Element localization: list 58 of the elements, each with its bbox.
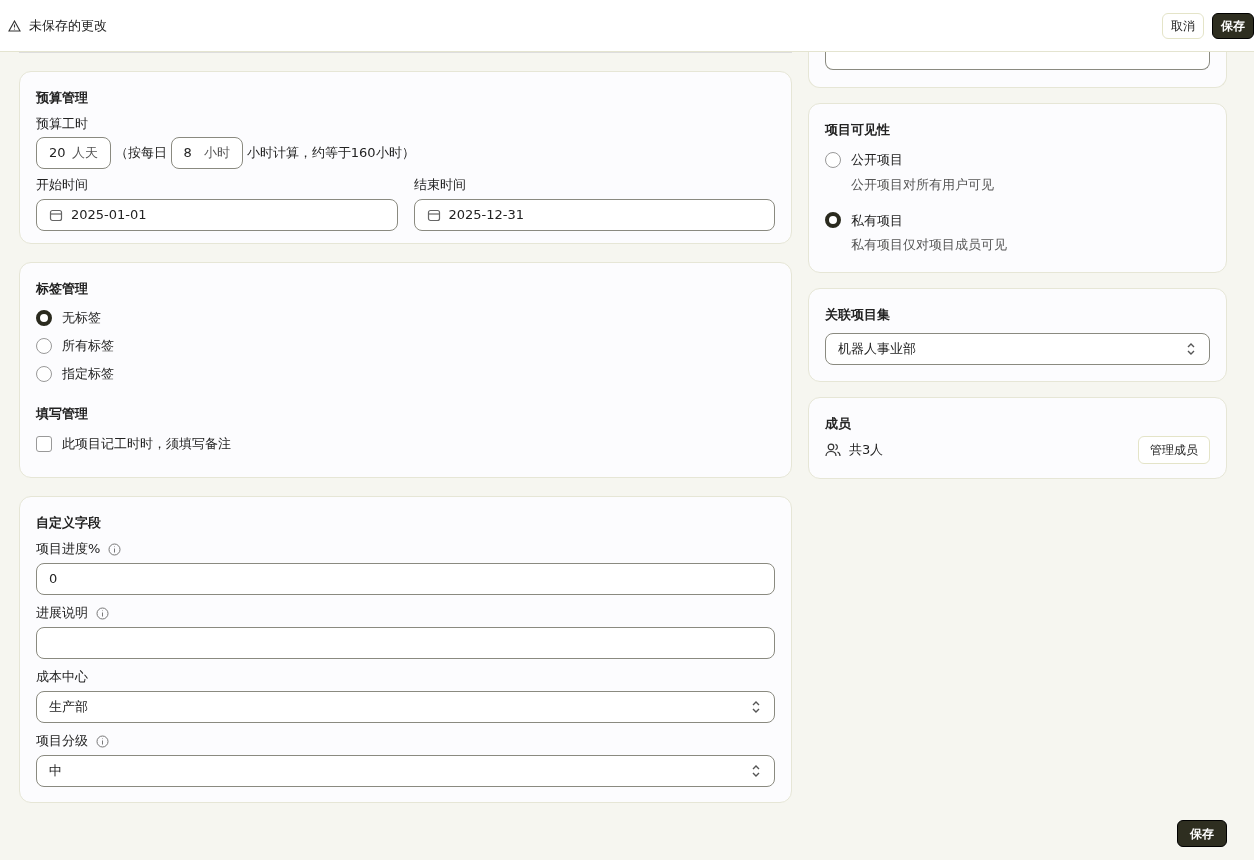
field-label: 项目进度% — [36, 540, 101, 558]
radio-label: 私有项目 — [851, 211, 903, 230]
section-title: 关联项目集 — [825, 306, 891, 324]
unsaved-message: 未保存的更改 — [29, 16, 107, 35]
option-description: 公开项目对所有用户可见 — [851, 175, 995, 194]
select-field[interactable]: 机器人事业部 — [825, 333, 1210, 365]
days-input[interactable]: 20 人天 — [36, 137, 111, 169]
section-title: 成员 — [825, 415, 852, 433]
unit-label: 小时 — [203, 144, 230, 163]
field-label: 项目分级 — [36, 732, 88, 750]
field-label: 预算工时 — [36, 115, 89, 133]
field-label: 成本中心 — [36, 668, 88, 686]
inline-text: 小时计算，约等于160小时） — [246, 144, 415, 163]
radio-label: 无标签 — [62, 309, 101, 328]
chevron-updown-icon — [750, 700, 762, 714]
field-label: 进展说明 — [36, 604, 88, 622]
radio-label: 指定标签 — [62, 365, 114, 384]
input-field[interactable]: 0 — [36, 563, 775, 595]
select-field[interactable]: 中 — [36, 755, 775, 787]
field-label: 结束时间 — [413, 176, 467, 194]
checkbox[interactable] — [36, 435, 52, 452]
section-title: 预算管理 — [36, 89, 89, 107]
info-icon — [96, 734, 109, 748]
radio-button[interactable] — [36, 338, 52, 354]
section-title: 填写管理 — [36, 405, 89, 423]
info-icon — [96, 606, 109, 620]
radio-label: 所有标签 — [62, 337, 114, 356]
section-title: 自定义字段 — [36, 514, 102, 532]
manage-members-button[interactable]: 管理成员 — [1138, 436, 1210, 464]
users-icon — [825, 443, 841, 457]
unit-label: 人天 — [71, 144, 98, 163]
cancel-button[interactable]: 取消 — [1162, 12, 1204, 39]
warning-icon — [8, 19, 21, 32]
chevron-updown-icon — [750, 764, 762, 778]
date-field[interactable]: 2025-12-31 — [413, 199, 775, 231]
radio-label: 公开项目 — [851, 151, 903, 169]
hours-input[interactable]: 8 小时 — [170, 137, 243, 169]
radio-button[interactable] — [825, 151, 841, 168]
input-field[interactable] — [36, 627, 775, 659]
info-icon — [108, 542, 122, 556]
section-title: 标签管理 — [36, 280, 89, 298]
option-description: 私有项目仅对项目成员可见 — [851, 236, 1008, 254]
inline-text: （按每日 — [114, 144, 167, 163]
chevron-updown-icon — [1185, 342, 1197, 356]
save-button[interactable]: 保存 — [1212, 12, 1254, 39]
section-title: 项目可见性 — [825, 121, 891, 139]
select-field[interactable] — [825, 52, 1210, 70]
date-field[interactable]: 2025-01-01 — [36, 199, 398, 231]
checkbox-label: 此项目记工时时，须填写备注 — [62, 435, 231, 453]
radio-button[interactable] — [36, 366, 52, 382]
select-field[interactable]: 生产部 — [36, 691, 775, 723]
field-label: 开始时间 — [36, 176, 89, 194]
calendar-icon — [49, 208, 63, 222]
radio-button[interactable] — [36, 310, 52, 326]
calendar-icon — [426, 208, 441, 222]
radio-button[interactable] — [825, 212, 841, 229]
save-button[interactable]: 保存 — [1177, 820, 1227, 847]
member-count: 共3人 — [849, 441, 884, 460]
